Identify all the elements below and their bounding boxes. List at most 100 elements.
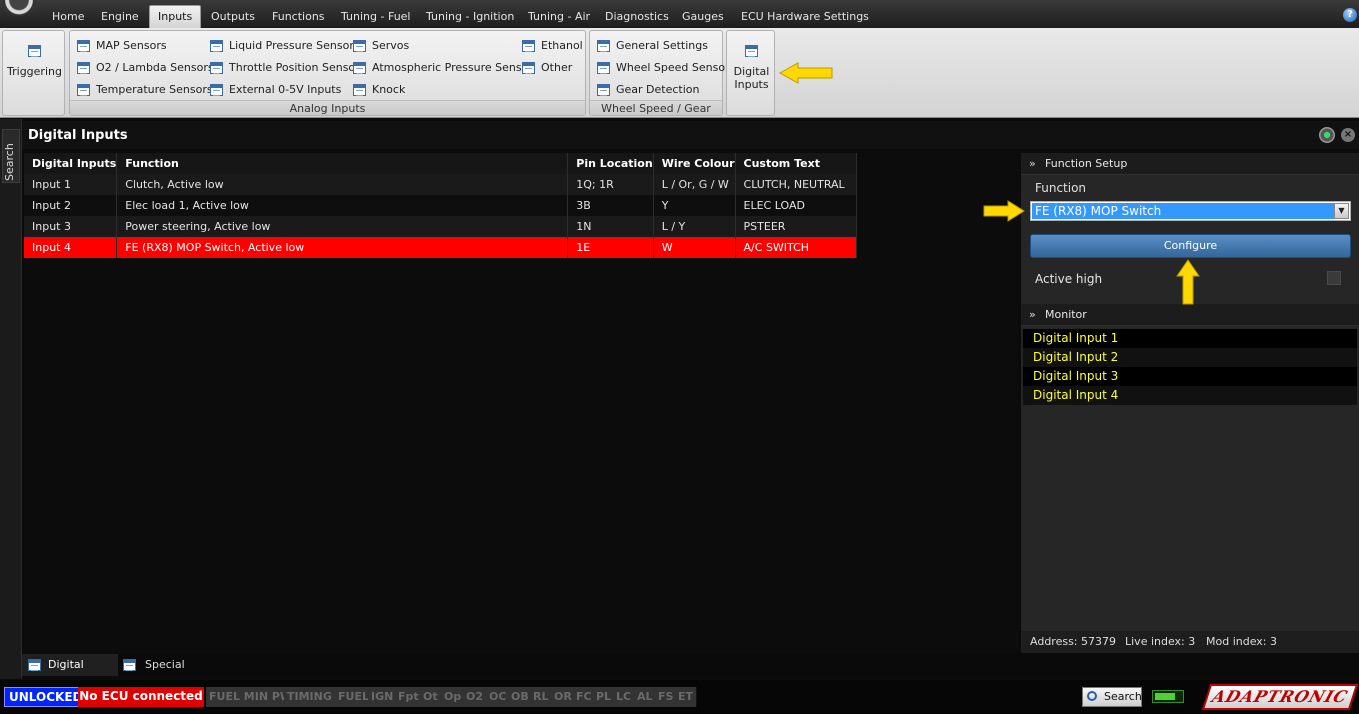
throttle-position-sensor-button[interactable]: Throttle Position Sensor xyxy=(210,59,360,77)
triggering-button[interactable]: Triggering xyxy=(7,45,62,78)
external-0-5v-inputs-label: External 0-5V Inputs xyxy=(229,83,342,96)
status-flag: ET xyxy=(675,687,698,707)
digital-inputs-label-line1: Digital xyxy=(733,65,770,78)
search-side-strip: Search xyxy=(0,119,22,679)
tab-special-functions[interactable]: Special Functions xyxy=(119,654,237,693)
ribbon-group-analog-inputs: MAP Sensors O2 / Lambda Sensors Temperat… xyxy=(69,30,586,116)
tab-diagnostics[interactable]: Diagnostics xyxy=(597,7,677,28)
map-sensors-button[interactable]: MAP Sensors xyxy=(77,37,167,55)
status-flag: TIMING xyxy=(284,687,336,707)
wheel-speed-sensor-button[interactable]: Wheel Speed Sensor xyxy=(597,59,730,77)
tab-outputs[interactable]: Outputs xyxy=(203,7,263,28)
list-item: Digital Input 1 xyxy=(1023,329,1357,348)
search-side-label: Search xyxy=(3,143,16,181)
atmospheric-pressure-sensor-button[interactable]: Atmospheric Pressure Sensor xyxy=(353,59,533,77)
document-list-icon xyxy=(28,45,41,57)
table-cell: 3B xyxy=(567,195,654,216)
wheel-speed-sensor-label: Wheel Speed Sensor xyxy=(616,61,730,74)
ecu-connection-badge: No ECU connected xyxy=(78,687,204,707)
knock-label: Knock xyxy=(372,83,406,96)
general-settings-button[interactable]: General Settings xyxy=(597,37,708,55)
knock-button[interactable]: Knock xyxy=(353,81,405,99)
tab-ecu-hardware-settings[interactable]: ECU Hardware Settings xyxy=(733,7,877,28)
magnifier-icon xyxy=(1087,691,1097,701)
other-label: Other xyxy=(541,61,573,74)
table-row[interactable]: Input 2 Elec load 1, Active low 3B Y ELE… xyxy=(24,195,857,216)
search-button[interactable]: Search xyxy=(1082,687,1142,707)
tab-home[interactable]: Home xyxy=(44,7,92,28)
app-logo-icon[interactable] xyxy=(0,0,40,20)
column-header-digital-inputs[interactable]: Digital Inputs xyxy=(24,153,118,174)
liquid-pressure-sensors-label: Liquid Pressure Sensors xyxy=(229,39,360,52)
address-readout: Address: 57379 xyxy=(1030,635,1117,648)
servos-button[interactable]: Servos xyxy=(353,37,409,55)
help-icon[interactable]: ? xyxy=(1343,8,1357,22)
table-cell: Y xyxy=(653,195,736,216)
brand-logo: ADAPTRONIC xyxy=(1201,684,1359,710)
table-cell: PSTEER xyxy=(735,216,857,237)
column-header-wire-colour[interactable]: Wire Colour xyxy=(653,153,736,174)
tab-digital-inputs[interactable]: Digital Inputs xyxy=(22,654,118,693)
table-header-row: Digital Inputs Function Pin Location Wir… xyxy=(24,153,857,174)
status-flag: PL xyxy=(593,687,616,707)
function-select-value: FE (RX8) MOP Switch xyxy=(1032,203,1335,219)
document-list-icon xyxy=(353,84,366,96)
monitor-header[interactable]: » Monitor xyxy=(1021,304,1359,326)
yellow-arrow-icon xyxy=(1176,259,1200,305)
o2-lambda-sensors-label: O2 / Lambda Sensors xyxy=(96,61,214,74)
chevron-down-icon[interactable]: ▼ xyxy=(1334,203,1349,219)
table-row[interactable]: Input 3 Power steering, Active low 1N L … xyxy=(24,216,857,237)
mod-index-readout: Mod index: 3 xyxy=(1206,635,1277,648)
column-header-function[interactable]: Function xyxy=(116,153,569,174)
brand-logo-text: ADAPTRONIC xyxy=(1209,687,1351,706)
status-flag: RL xyxy=(530,687,553,707)
other-button[interactable]: Other xyxy=(522,59,572,77)
function-setup-panel: » Function Setup Function FE (RX8) MOP S… xyxy=(1021,153,1359,653)
document-list-icon xyxy=(210,84,223,96)
column-header-pin-location[interactable]: Pin Location xyxy=(567,153,654,174)
tab-tuning-fuel[interactable]: Tuning - Fuel xyxy=(333,7,419,28)
table-cell: Elec load 1, Active low xyxy=(116,195,569,216)
status-flag: AL xyxy=(634,687,657,707)
tab-inputs[interactable]: Inputs xyxy=(149,5,202,28)
table-cell: W xyxy=(653,237,736,258)
tab-tuning-ignition[interactable]: Tuning - Ignition xyxy=(418,7,522,28)
status-flag: Fpt xyxy=(395,687,423,707)
yellow-arrow-icon xyxy=(983,200,1025,222)
monitor-list: Digital Input 1 Digital Input 2 Digital … xyxy=(1023,329,1357,405)
ribbon-group-triggering: Triggering xyxy=(2,30,65,116)
table-row[interactable]: Input 1 Clutch, Active low 1Q; 1R L / Or… xyxy=(24,174,857,195)
gear-detection-button[interactable]: Gear Detection xyxy=(597,81,700,99)
gear-detection-label: Gear Detection xyxy=(616,83,700,96)
function-setup-header[interactable]: » Function Setup xyxy=(1021,153,1359,175)
document-list-icon xyxy=(28,659,41,671)
status-flag: O2 xyxy=(463,687,488,707)
digital-inputs-button[interactable]: Digital Inputs xyxy=(729,45,774,91)
tab-tuning-air[interactable]: Tuning - Air xyxy=(520,7,598,28)
tab-gauges[interactable]: Gauges xyxy=(674,7,732,28)
close-icon[interactable]: × xyxy=(1341,128,1355,142)
configure-button[interactable]: Configure xyxy=(1030,234,1351,258)
unlocked-badge: UNLOCKED xyxy=(4,687,88,707)
gauge-icon[interactable] xyxy=(1319,127,1335,143)
status-flag: IGN xyxy=(368,687,398,707)
external-0-5v-inputs-button[interactable]: External 0-5V Inputs xyxy=(210,81,341,99)
ethanol-button[interactable]: Ethanol xyxy=(522,37,583,55)
page-title: Digital Inputs xyxy=(28,128,128,143)
ribbon-group-digital-inputs: Digital Inputs xyxy=(726,30,775,116)
function-label: Function xyxy=(1035,181,1087,195)
function-select[interactable]: FE (RX8) MOP Switch ▼ xyxy=(1030,201,1351,221)
table-cell: Input 1 xyxy=(24,174,118,195)
o2-lambda-sensors-button[interactable]: O2 / Lambda Sensors xyxy=(77,59,214,77)
battery-icon xyxy=(1152,690,1184,703)
table-cell: Input 2 xyxy=(24,195,118,216)
document-list-icon xyxy=(597,84,610,96)
tab-functions[interactable]: Functions xyxy=(264,7,333,28)
temperature-sensors-button[interactable]: Temperature Sensors xyxy=(77,81,213,99)
column-header-custom-text[interactable]: Custom Text xyxy=(735,153,857,174)
liquid-pressure-sensors-button[interactable]: Liquid Pressure Sensors xyxy=(210,37,360,55)
active-high-checkbox[interactable] xyxy=(1327,271,1341,285)
table-row-selected[interactable]: Input 4 FE (RX8) MOP Switch, Active low … xyxy=(24,237,857,258)
tab-engine[interactable]: Engine xyxy=(93,7,147,28)
function-setup-title: Function Setup xyxy=(1045,157,1128,170)
